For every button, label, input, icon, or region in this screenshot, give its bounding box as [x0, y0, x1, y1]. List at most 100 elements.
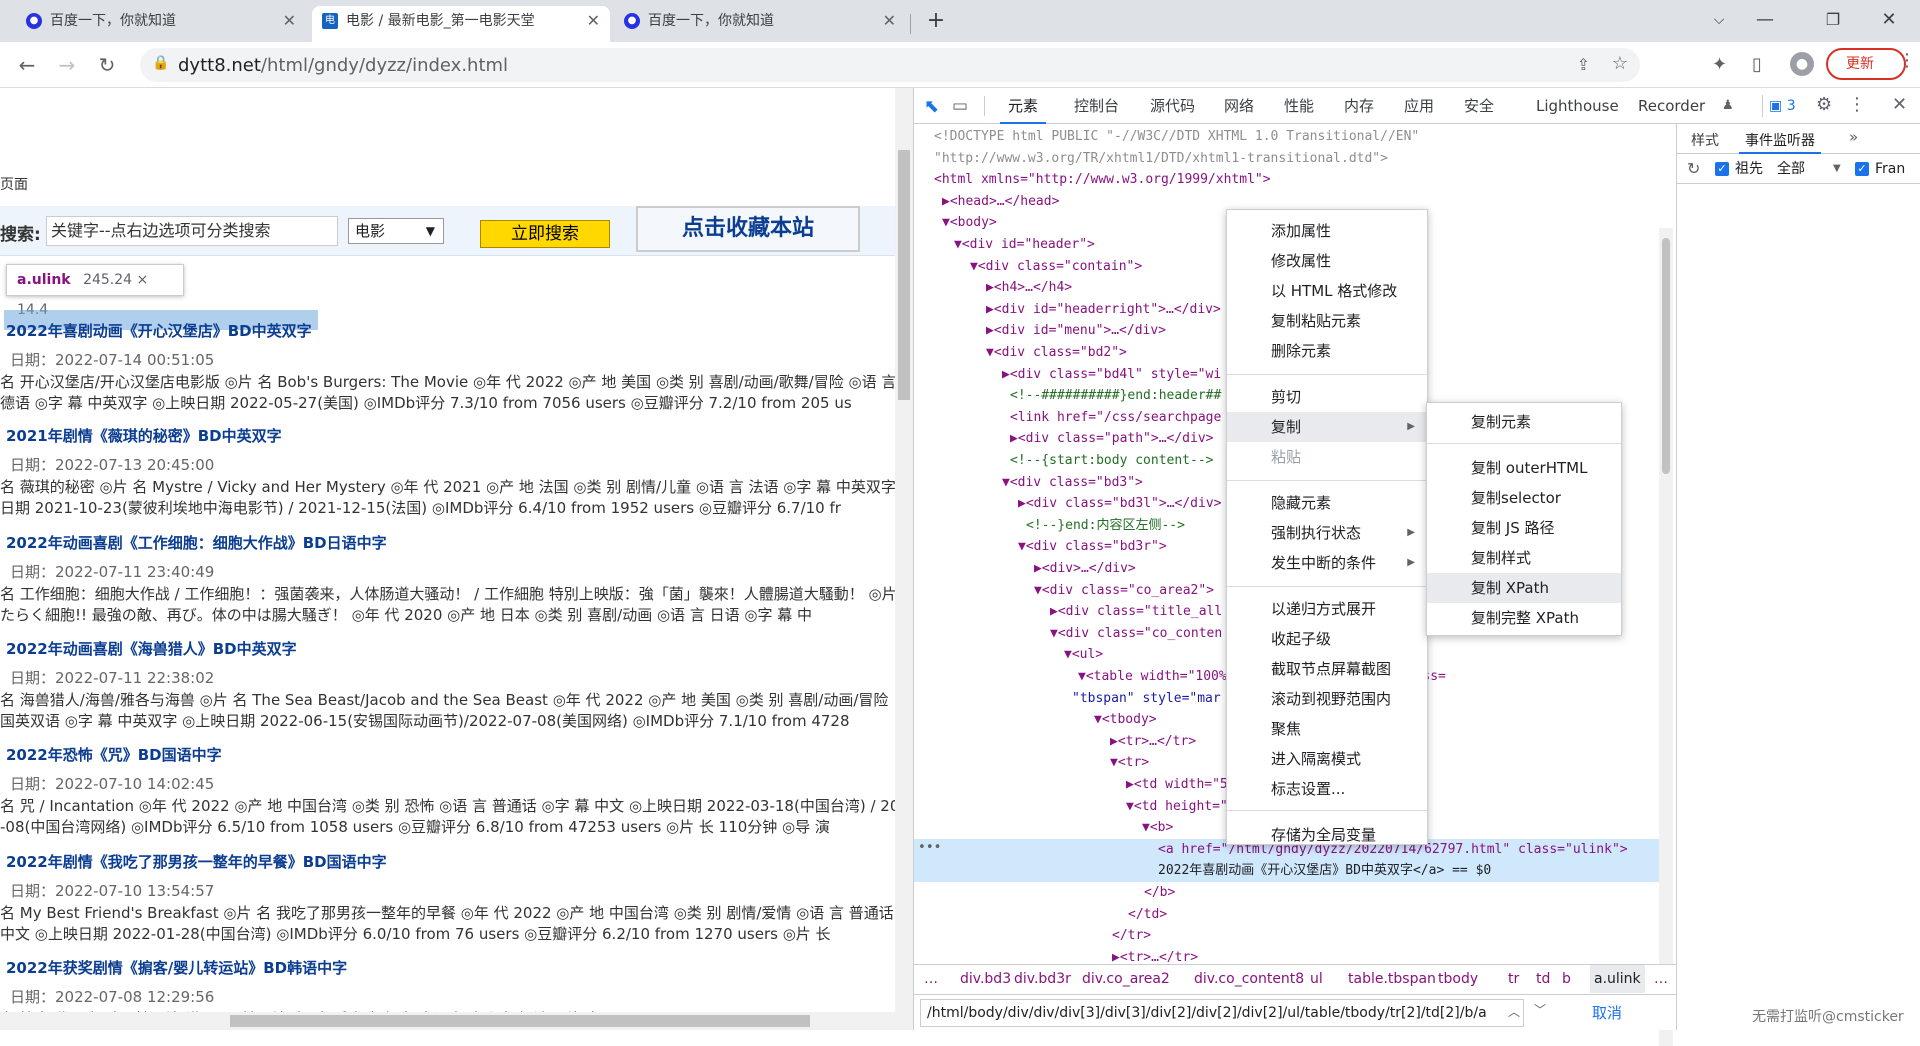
framework-checkbox[interactable]: ✓ — [1855, 162, 1869, 176]
breadcrumb-item[interactable]: b — [1562, 965, 1571, 993]
node-actions-ellipsis-icon[interactable]: ••• — [918, 837, 941, 859]
update-button[interactable]: 更新 — [1826, 48, 1906, 80]
inspect-element-icon[interactable]: ⬉ — [924, 96, 939, 117]
scrollbar-thumb[interactable] — [1662, 238, 1670, 474]
tab-security[interactable]: 安全 — [1464, 88, 1494, 124]
forward-arrow-icon[interactable]: → — [52, 50, 82, 80]
restore-icon[interactable]: ❐ — [1810, 2, 1856, 38]
profile-avatar-icon[interactable]: ● — [1790, 52, 1814, 76]
movie-title-link[interactable]: 2022年剧情《我吃了那男孩一整年的早餐》BD国语中字 — [6, 851, 387, 872]
movie-title-link[interactable]: 2022年恐怖《咒》BD国语中字 — [6, 744, 222, 765]
scrollbar-thumb[interactable] — [898, 150, 910, 400]
dom-node-line[interactable]: </tr> — [914, 925, 1659, 947]
url-bar[interactable]: 🔒 dytt8.net/html/gndy/dyzz/index.html ⇪ … — [140, 48, 1640, 82]
previous-match-icon[interactable]: ︿ — [1508, 1003, 1520, 1020]
dropdown-arrow-icon[interactable]: ▼ — [1833, 154, 1841, 184]
menu-item-scroll-into-view[interactable]: 滚动到视野范围内 — [1227, 684, 1427, 714]
dom-node-line[interactable]: </td> — [914, 904, 1659, 926]
breadcrumb-item[interactable]: div.bd3r — [1014, 965, 1071, 993]
menu-item-capture-node-screenshot[interactable]: 截取节点屏幕截图 — [1227, 654, 1427, 684]
close-window-icon[interactable]: ✕ — [1866, 2, 1912, 38]
menu-item-add-attribute[interactable]: 添加属性 — [1227, 216, 1427, 246]
all-label[interactable]: 全部 — [1777, 154, 1805, 184]
dom-node-line[interactable]: 2022年喜剧动画《开心汉堡店》BD中英双字</a> == $0 — [914, 860, 1659, 882]
tab-application[interactable]: 应用 — [1404, 88, 1434, 124]
dom-node-line[interactable]: <!DOCTYPE html PUBLIC "-//W3C//DTD XHTML… — [914, 126, 1659, 148]
submenu-item-copy-xpath[interactable]: 复制 XPath — [1427, 573, 1621, 603]
page-horizontal-scrollbar[interactable] — [0, 1012, 913, 1030]
submenu-item-copy-js-path[interactable]: 复制 JS 路径 — [1427, 513, 1621, 543]
menu-item-copy[interactable]: 复制 ▶ — [1227, 412, 1427, 442]
menu-item-paste[interactable]: 粘贴 — [1227, 442, 1427, 472]
submenu-item-copy-selector[interactable]: 复制selector — [1427, 483, 1621, 513]
submenu-item-copy-outerhtml[interactable]: 复制 outerHTML — [1427, 453, 1621, 483]
movie-title-link[interactable]: 2022年获奖剧情《掮客/婴儿转运站》BD韩语中字 — [6, 957, 347, 978]
back-arrow-icon[interactable]: ← — [12, 50, 42, 80]
bookmark-star-icon[interactable]: ☆ — [1612, 53, 1628, 74]
menu-item-cut[interactable]: 剪切 — [1227, 382, 1427, 412]
lock-icon[interactable]: 🔒 — [152, 55, 169, 71]
breadcrumb-item[interactable]: … — [924, 965, 938, 993]
tab-performance[interactable]: 性能 — [1284, 88, 1314, 124]
close-devtools-icon[interactable]: ✕ — [1892, 94, 1907, 115]
menu-item-break-on[interactable]: 发生中断的条件 ▶ — [1227, 548, 1427, 578]
scrollbar-thumb[interactable] — [230, 1015, 810, 1027]
category-select[interactable]: 电影 ▼ — [348, 218, 444, 244]
breadcrumb-item[interactable]: td — [1536, 965, 1550, 993]
breadcrumb-item[interactable]: ul — [1310, 965, 1323, 993]
tab-lighthouse[interactable]: Lighthouse — [1536, 88, 1619, 124]
device-toolbar-icon[interactable]: ▭ — [952, 96, 968, 116]
close-tab-icon[interactable]: ✕ — [283, 6, 296, 36]
side-panel-icon[interactable]: ▯ — [1752, 54, 1762, 75]
menu-item-force-state[interactable]: 强制执行状态 ▶ — [1227, 518, 1427, 548]
reload-icon[interactable]: ↻ — [92, 50, 122, 80]
breadcrumb-selected[interactable]: a.ulink — [1590, 965, 1645, 993]
breadcrumb-item[interactable]: tbody — [1438, 965, 1478, 993]
menu-item-expand-recursively[interactable]: 以递归方式展开 — [1227, 594, 1427, 624]
dom-node-line[interactable]: "http://www.w3.org/TR/xhtml1/DTD/xhtml1-… — [914, 148, 1659, 170]
close-tab-icon[interactable]: ✕ — [883, 6, 896, 36]
movie-title-link[interactable]: 2022年喜剧动画《开心汉堡店》BD中英双字 — [6, 320, 312, 341]
refresh-icon[interactable]: ↻ — [1687, 154, 1700, 184]
menu-item-edit-as-html[interactable]: 以 HTML 格式修改 — [1227, 276, 1427, 306]
movie-title-link[interactable]: 2022年动画喜剧《海兽猎人》BD中英双字 — [6, 638, 297, 659]
browser-tab[interactable]: ● 百度一下，你就知道 ✕ — [614, 6, 906, 42]
dom-tree-scrollbar[interactable] — [1659, 228, 1673, 1046]
breadcrumb-item[interactable]: div.co_area2 — [1082, 965, 1170, 993]
movie-title-link[interactable]: 2021年剧情《薇琪的秘密》BD中英双字 — [6, 425, 282, 446]
page-vertical-scrollbar[interactable] — [895, 88, 913, 1020]
issues-badge[interactable]: ▣ 3 — [1762, 95, 1802, 117]
submenu-item-copy-styles[interactable]: 复制样式 — [1427, 543, 1621, 573]
dom-node-line[interactable]: <html xmlns="http://www.w3.org/1999/xhtm… — [914, 169, 1659, 191]
browser-tab-active[interactable]: 电 电影 / 最新电影_第一电影天堂 ✕ — [312, 6, 610, 42]
left-page-link[interactable]: 页面 — [0, 174, 28, 194]
menu-item-collapse-children[interactable]: 收起子级 — [1227, 624, 1427, 654]
menu-item-duplicate-element[interactable]: 复制粘贴元素 — [1227, 306, 1427, 336]
submenu-item-copy-element[interactable]: 复制元素 — [1427, 407, 1621, 437]
more-options-icon[interactable]: ⋮ — [1848, 94, 1866, 115]
menu-item-focus[interactable]: 聚焦 — [1227, 714, 1427, 744]
breadcrumb-item[interactable]: tr — [1508, 965, 1519, 993]
next-match-icon[interactable]: ﹀ — [1534, 1001, 1546, 1018]
tab-sources[interactable]: 源代码 — [1150, 88, 1195, 124]
tab-network[interactable]: 网络 — [1224, 88, 1254, 124]
xpath-search-input[interactable]: /html/body/div/div/div[3]/div[3]/div[2]/… — [920, 999, 1524, 1027]
minimize-icon[interactable]: — — [1742, 2, 1788, 38]
settings-gear-icon[interactable]: ⚙ — [1816, 94, 1832, 115]
menu-dots-icon[interactable]: ⋮ — [1898, 50, 1916, 71]
submenu-item-copy-full-xpath[interactable]: 复制完整 XPath — [1427, 603, 1621, 633]
menu-item-badge-settings[interactable]: 标志设置... — [1227, 774, 1427, 804]
breadcrumb-item[interactable]: div.bd3 — [960, 965, 1011, 993]
breadcrumb-item[interactable]: div.co_content8 — [1194, 965, 1304, 993]
ancestors-checkbox[interactable]: ✓ — [1715, 162, 1729, 176]
new-tab-button[interactable]: + — [920, 6, 952, 36]
tab-search-icon[interactable]: ⌵ — [1696, 2, 1742, 38]
dom-node-line[interactable]: </b> — [914, 882, 1659, 904]
menu-item-hide-element[interactable]: 隐藏元素 — [1227, 488, 1427, 518]
menu-item-delete-element[interactable]: 删除元素 — [1227, 336, 1427, 366]
close-tab-icon[interactable]: ✕ — [587, 6, 600, 36]
tab-recorder[interactable]: Recorder — [1638, 88, 1705, 124]
movie-title-link[interactable]: 2022年动画喜剧《工作细胞：细胞大作战》BD日语中字 — [6, 532, 387, 553]
breadcrumb-item[interactable]: … — [1654, 965, 1668, 993]
menu-item-edit-attribute[interactable]: 修改属性 — [1227, 246, 1427, 276]
